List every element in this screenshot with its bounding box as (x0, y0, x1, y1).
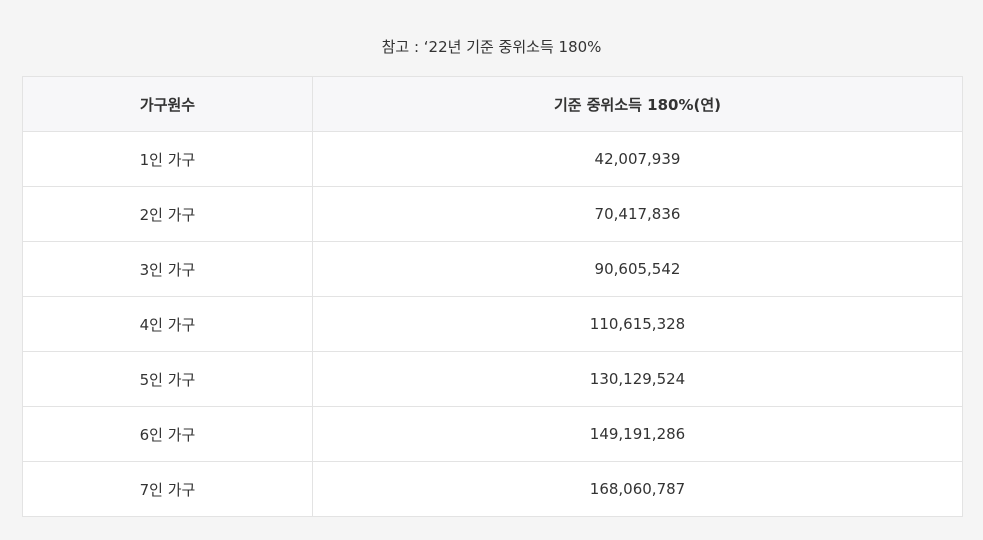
income-value-cell: 90,605,542 (312, 241, 963, 297)
household-size-cell: 7인 가구 (22, 461, 313, 517)
income-value-cell: 130,129,524 (312, 351, 963, 407)
income-value-cell: 42,007,939 (312, 131, 963, 187)
household-size-cell: 1인 가구 (22, 131, 313, 187)
table-header-row: 가구원수 기준 중위소득 180%(연) (22, 76, 963, 132)
table-caption: 참고 : ‘22년 기준 중위소득 180% (381, 38, 602, 56)
income-value-cell: 149,191,286 (312, 406, 963, 462)
header-household-size: 가구원수 (22, 76, 313, 132)
table-row: 1인 가구 42,007,939 (22, 131, 963, 187)
table-row: 4인 가구 110,615,328 (22, 296, 963, 352)
household-size-cell: 4인 가구 (22, 296, 313, 352)
income-table: 가구원수 기준 중위소득 180%(연) 1인 가구 42,007,939 2인… (22, 76, 963, 517)
table-row: 5인 가구 130,129,524 (22, 351, 963, 407)
household-size-cell: 6인 가구 (22, 406, 313, 462)
income-value-cell: 168,060,787 (312, 461, 963, 517)
household-size-cell: 3인 가구 (22, 241, 313, 297)
table-row: 2인 가구 70,417,836 (22, 186, 963, 242)
household-size-cell: 5인 가구 (22, 351, 313, 407)
table-row: 3인 가구 90,605,542 (22, 241, 963, 297)
table-row: 6인 가구 149,191,286 (22, 406, 963, 462)
income-value-cell: 110,615,328 (312, 296, 963, 352)
household-size-cell: 2인 가구 (22, 186, 313, 242)
header-median-income: 기준 중위소득 180%(연) (312, 76, 963, 132)
table-row: 7인 가구 168,060,787 (22, 461, 963, 517)
income-value-cell: 70,417,836 (312, 186, 963, 242)
